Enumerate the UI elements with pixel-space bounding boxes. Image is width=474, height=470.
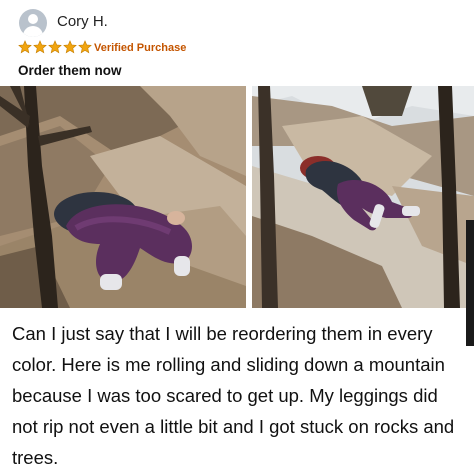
review-photo-1[interactable] [0, 86, 246, 308]
review-header: Cory H. Verified Purchase Order them now [0, 0, 474, 86]
star-icon [78, 40, 92, 54]
review-photo-2[interactable] [252, 86, 474, 308]
avatar-shoulders [23, 26, 43, 37]
review-body-text: Can I just say that I will be reordering… [12, 323, 455, 468]
star-icon [48, 40, 62, 54]
avatar-head [28, 14, 38, 24]
star-icon [18, 40, 32, 54]
star-icon [33, 40, 47, 54]
avatar-icon[interactable] [19, 9, 47, 37]
star-icon [63, 40, 77, 54]
review-title[interactable]: Order them now [18, 63, 122, 78]
edge-scroll-bar[interactable] [466, 220, 474, 346]
photo-rocks-person-lying [0, 86, 246, 308]
photo-slope-person-sliding [252, 86, 474, 308]
verified-purchase-badge: Verified Purchase [94, 42, 187, 54]
reviewer-name[interactable]: Cory H. [57, 13, 108, 30]
star-rating [18, 40, 92, 56]
